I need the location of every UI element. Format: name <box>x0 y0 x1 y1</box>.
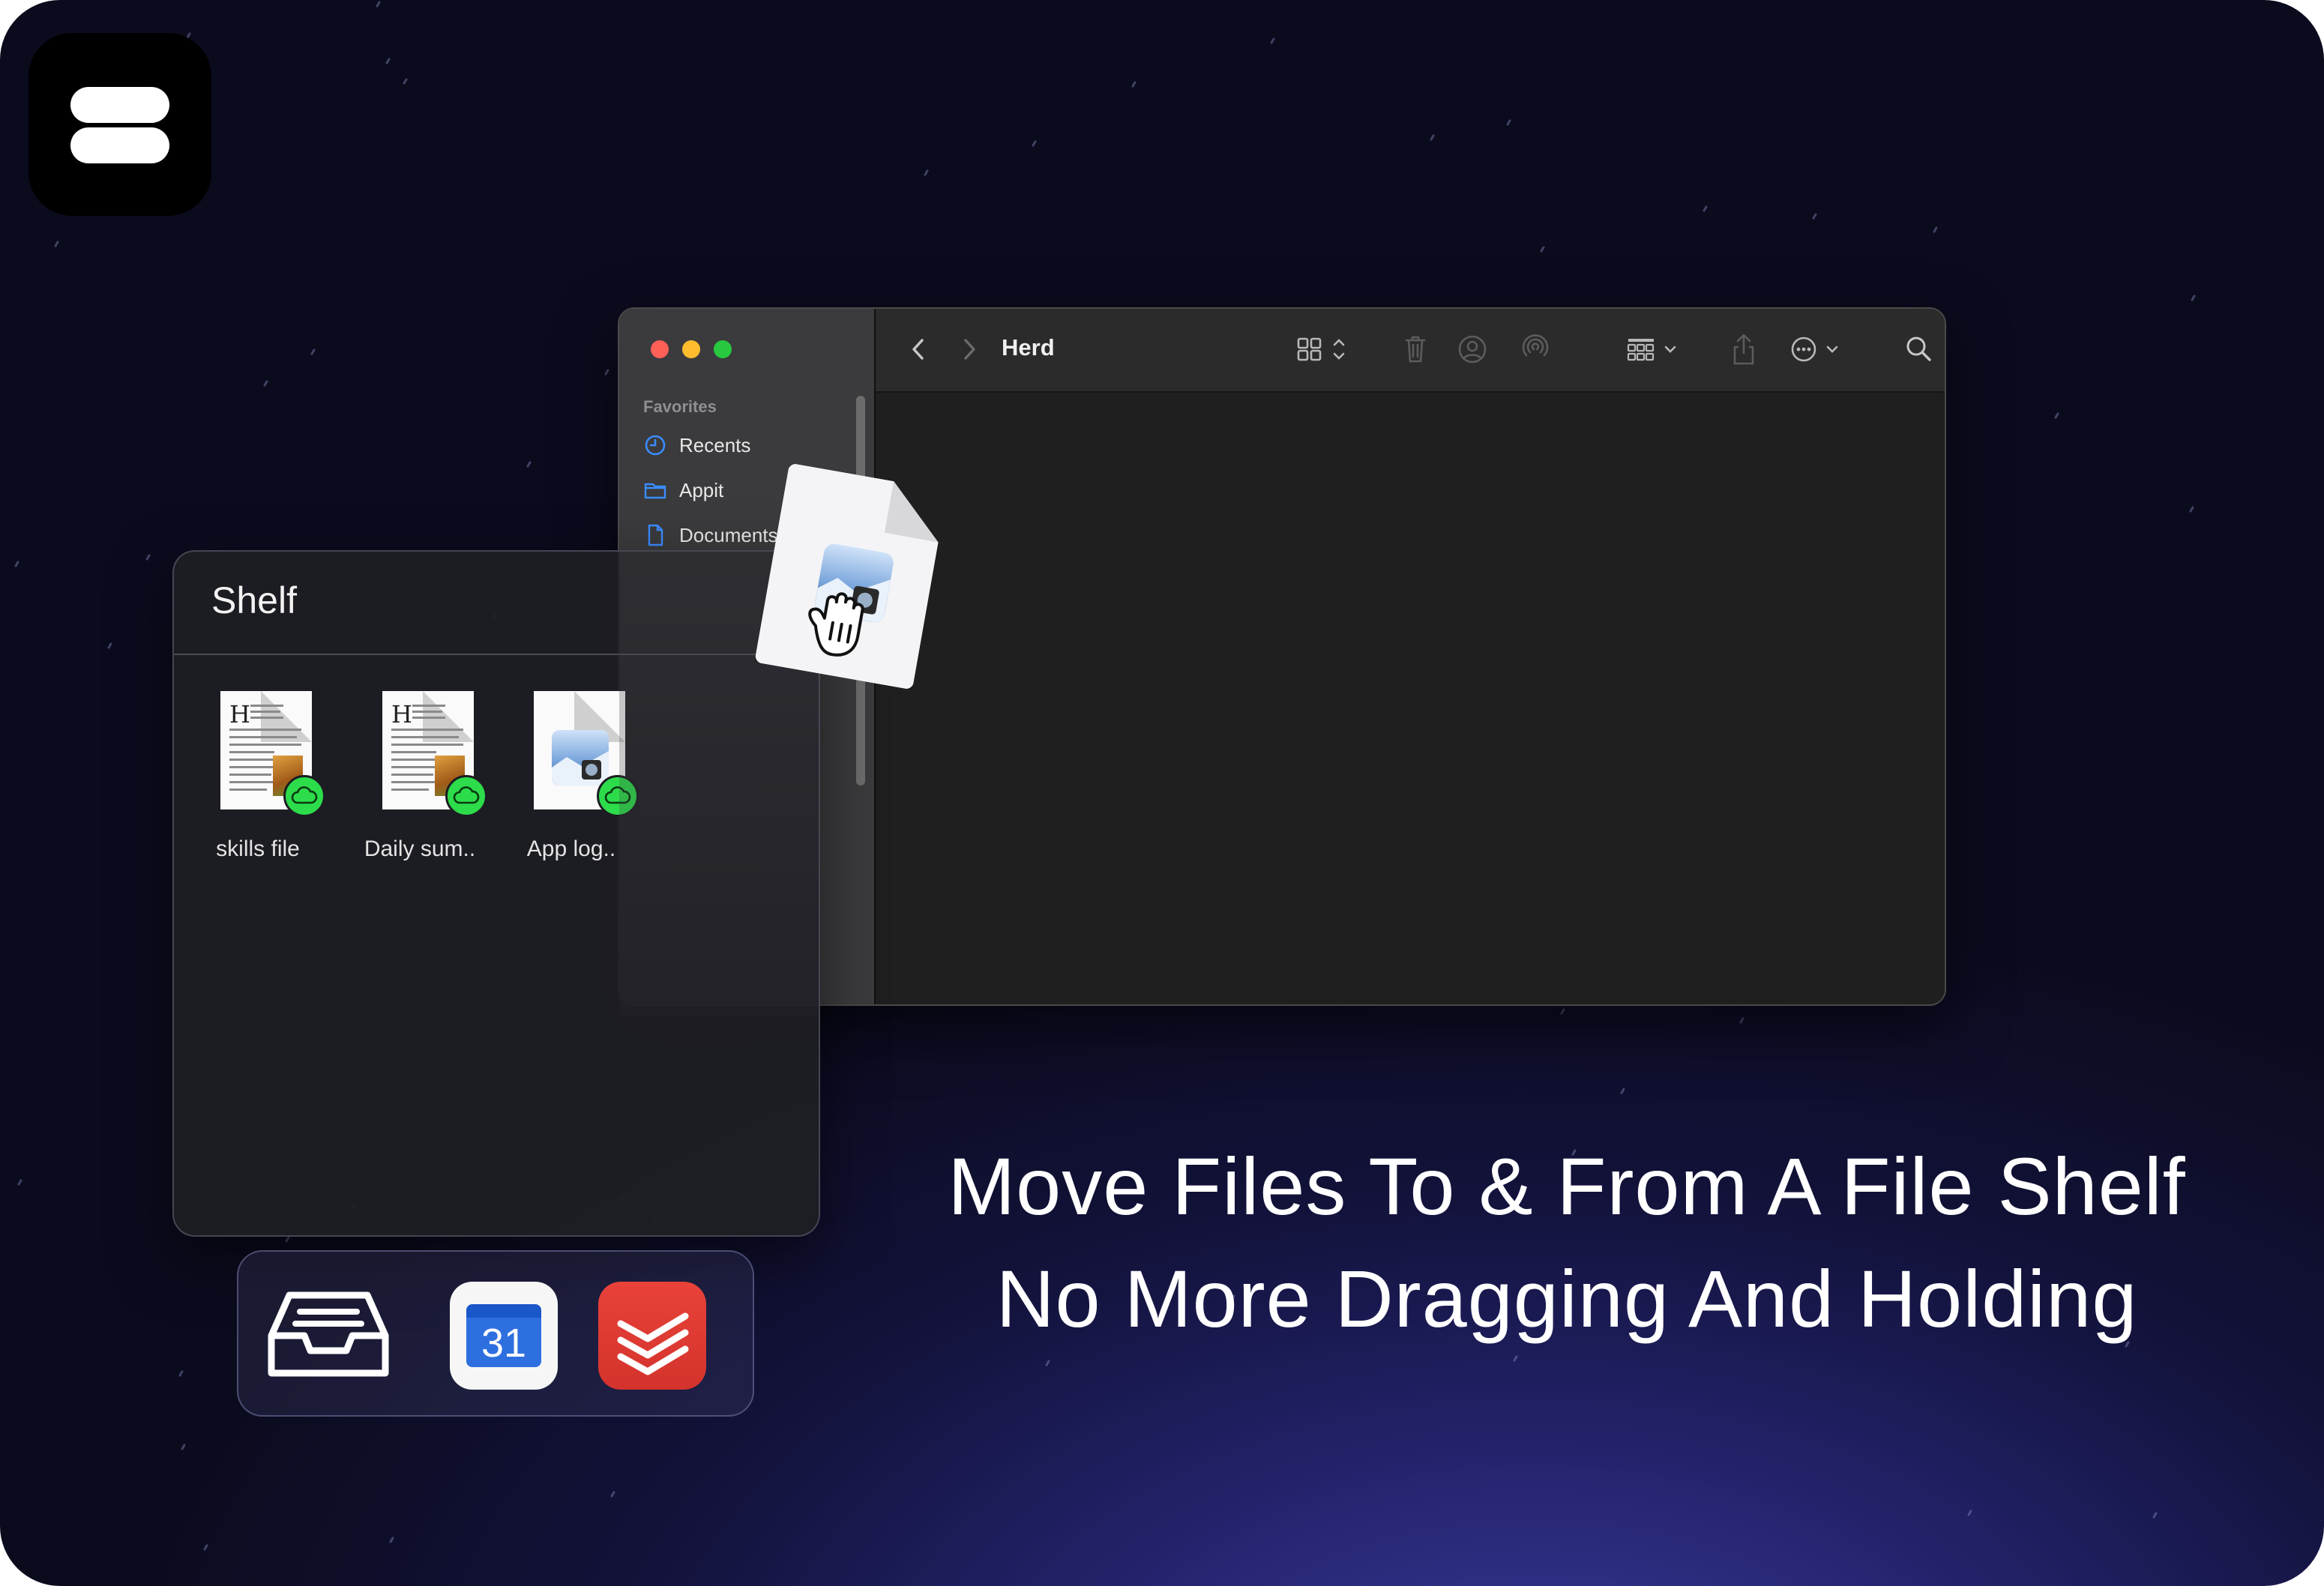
back-button[interactable] <box>907 331 930 367</box>
background-speck <box>1559 1007 1566 1016</box>
background-speck <box>1966 1509 1973 1517</box>
background-speck <box>262 379 269 388</box>
sidebar-item-label: Recents <box>679 433 751 456</box>
background-speck <box>923 169 930 177</box>
background-speck <box>145 553 151 561</box>
background-speck <box>2188 505 2195 513</box>
clock-icon <box>645 435 666 456</box>
background-speck <box>1044 1359 1051 1367</box>
window-title: Herd <box>1002 334 1055 361</box>
forward-button[interactable] <box>958 331 981 367</box>
background-speck <box>1619 1087 1626 1095</box>
background-speck <box>202 1543 209 1552</box>
shelf-panel: Shelf H skills file H Daily sum.. App lo… <box>172 550 820 1237</box>
headline-line-1: Move Files To & From A File Shelf <box>948 1141 2186 1231</box>
share-person-button[interactable] <box>1456 331 1490 367</box>
grab-hand-cursor-icon <box>808 592 864 657</box>
promo-canvas: Favorites Recents Appit Documents Herd S… <box>0 0 2324 1586</box>
calendar-date: 31 <box>466 1318 541 1367</box>
background-speck <box>1131 80 1137 88</box>
background-speck <box>1269 37 1276 45</box>
background-speck <box>2190 294 2197 302</box>
app-dock: 31 <box>237 1250 754 1417</box>
background-speck <box>180 1443 187 1451</box>
group-icon <box>1627 339 1676 361</box>
background-speck <box>16 1178 23 1187</box>
close-window-button[interactable] <box>651 340 669 358</box>
background-speck <box>1932 226 1939 234</box>
background-speck <box>1702 205 1709 213</box>
background-speck <box>310 348 316 356</box>
view-mode-button[interactable] <box>1295 331 1352 367</box>
sidebar-item-documents[interactable]: Documents <box>643 520 778 550</box>
background-speck <box>603 368 610 376</box>
finder-toolbar: Herd <box>876 309 1945 393</box>
background-speck <box>1811 212 1818 220</box>
folder-icon <box>644 483 666 499</box>
headline-line-2: No More Dragging And Holding <box>996 1253 2138 1344</box>
shelf-title: Shelf <box>211 579 297 621</box>
shelf-file-label: Daily sum.. <box>364 836 476 861</box>
sidebar-item-label: Documents <box>679 523 778 546</box>
background-speck <box>1539 245 1546 253</box>
background-speck <box>1505 118 1512 127</box>
cloud-badge-icon <box>445 775 487 817</box>
share-person-icon <box>1458 335 1487 364</box>
search-button[interactable] <box>1903 331 1936 367</box>
background-speck <box>1031 139 1038 148</box>
app-logo <box>28 33 211 216</box>
chevron-right-icon <box>964 339 975 360</box>
background-speck <box>178 1369 184 1378</box>
todoist-icon[interactable] <box>598 1282 706 1390</box>
delete-button[interactable] <box>1400 331 1430 367</box>
background-speck <box>388 1536 395 1544</box>
sidebar-item-appit[interactable]: Appit <box>643 475 723 505</box>
background-speck <box>1512 1354 1519 1363</box>
finder-content-area[interactable] <box>876 393 1945 1004</box>
chevron-left-icon <box>912 339 924 360</box>
background-speck <box>2053 411 2060 420</box>
airdrop-button[interactable] <box>1519 331 1552 367</box>
background-speck <box>385 57 391 65</box>
cloud-badge-icon <box>283 775 325 817</box>
inbox-tray-icon[interactable] <box>267 1282 390 1387</box>
sidebar-item-label: Appit <box>679 478 724 501</box>
background-speck <box>402 77 409 85</box>
background-speck <box>526 460 532 468</box>
more-icon <box>1791 337 1838 362</box>
document-icon <box>648 524 663 546</box>
logo-bar-bottom <box>70 127 169 163</box>
background-speck <box>1739 1016 1745 1025</box>
trash-icon <box>1405 336 1426 363</box>
google-calendar-icon[interactable]: 31 <box>450 1282 558 1390</box>
sidebar-item-recents[interactable]: Recents <box>643 430 750 460</box>
sidebar-heading-favorites: Favorites <box>643 397 717 416</box>
group-by-button[interactable] <box>1625 331 1685 367</box>
background-speck <box>284 1235 291 1243</box>
share-icon <box>1733 334 1754 365</box>
background-speck <box>53 240 60 248</box>
background-speck <box>13 560 20 568</box>
minimize-window-button[interactable] <box>682 340 700 358</box>
zoom-window-button[interactable] <box>714 340 732 358</box>
share-button[interactable] <box>1729 331 1759 367</box>
logo-bar-top <box>70 87 169 123</box>
icon-view-icon <box>1297 337 1345 361</box>
background-speck <box>609 1490 616 1498</box>
airdrop-icon <box>1522 334 1549 357</box>
background-speck <box>375 0 382 8</box>
shelf-file-label: skills file <box>216 836 300 861</box>
background-speck <box>2152 1511 2158 1519</box>
more-actions-button[interactable] <box>1789 331 1849 367</box>
search-icon <box>1906 337 1931 361</box>
background-speck <box>1429 133 1436 142</box>
background-speck <box>106 642 113 650</box>
